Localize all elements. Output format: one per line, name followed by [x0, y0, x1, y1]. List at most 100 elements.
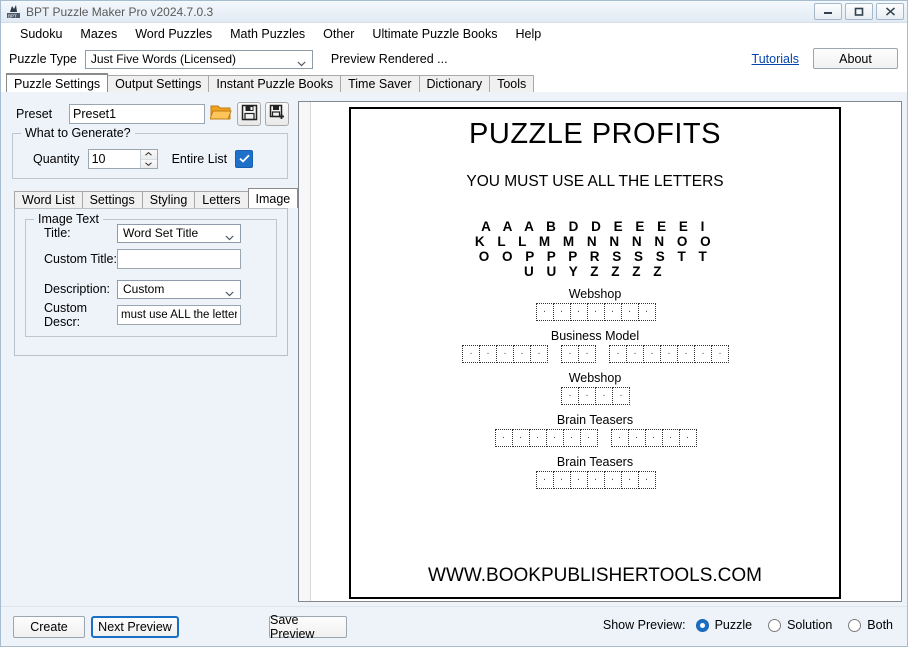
tab-image[interactable]: Image	[247, 188, 299, 208]
maximize-button[interactable]	[845, 3, 873, 20]
create-button[interactable]: Create	[13, 616, 85, 638]
quantity-stepper[interactable]	[87, 149, 158, 169]
answer-slot	[569, 303, 588, 321]
tab-dictionary[interactable]: Dictionary	[418, 75, 491, 92]
answer-label: Brain Teasers	[556, 413, 634, 427]
answer-block: Webshop	[462, 371, 728, 405]
preset-save-button[interactable]	[237, 102, 261, 126]
answer-slot	[513, 345, 531, 363]
tab-instant-puzzle-books[interactable]: Instant Puzzle Books	[208, 75, 342, 92]
answer-slot	[561, 387, 579, 405]
quantity-spin-buttons	[139, 150, 157, 168]
chevron-down-icon	[225, 230, 234, 241]
show-preview-group: Show Preview: Puzzle Solution Both	[603, 618, 893, 632]
tab-styling[interactable]: Styling	[141, 191, 196, 208]
answer-block: Brain Teasers	[462, 413, 728, 447]
window-controls	[811, 3, 907, 20]
answer-slot	[530, 345, 548, 363]
answer-word	[561, 345, 596, 363]
radio-both[interactable]: Both	[848, 618, 893, 632]
letter-row: U U Y Z Z Z Z	[523, 264, 666, 279]
answer-slot	[494, 429, 513, 447]
entire-list-label: Entire List	[171, 152, 228, 166]
answer-slot	[462, 345, 480, 363]
image-text-title: Image Text	[34, 212, 103, 226]
custom-title-input[interactable]	[117, 249, 241, 269]
tab-puzzle-settings[interactable]: Puzzle Settings	[6, 73, 109, 92]
bottom-bar: Create Next Preview Save Preview Show Pr…	[1, 606, 907, 646]
puzzle-subtitle: YOU MUST USE ALL THE LETTERS	[466, 173, 724, 190]
tab-tools[interactable]: Tools	[489, 75, 535, 92]
tab-letters[interactable]: Letters	[194, 191, 249, 208]
description-select[interactable]: Custom	[117, 279, 241, 299]
tab-settings[interactable]: Settings	[81, 191, 143, 208]
answer-slot	[603, 303, 622, 321]
radio-solution-label: Solution	[787, 618, 833, 632]
quantity-decrement-button[interactable]	[140, 159, 157, 168]
answer-slot	[694, 345, 712, 363]
next-preview-button[interactable]: Next Preview	[91, 616, 179, 638]
answer-slot	[678, 429, 697, 447]
custom-title-row: Custom Title:	[26, 246, 276, 272]
answer-slot	[661, 429, 680, 447]
radio-puzzle-indicator	[695, 618, 709, 632]
answer-word	[561, 387, 630, 405]
description-row: Description: Custom	[26, 276, 276, 302]
radio-both-label: Both	[867, 618, 893, 632]
image-tab-panel: Image Text Title: Word Set Title Custom …	[14, 208, 288, 356]
custom-descr-input[interactable]	[117, 305, 241, 325]
answer-slot	[552, 303, 571, 321]
menu-sudoku[interactable]: Sudoku	[11, 24, 71, 44]
preview-scrollbar[interactable]	[299, 102, 311, 601]
menu-help[interactable]: Help	[506, 24, 550, 44]
puzzle-sheet: PUZZLE PROFITS YOU MUST USE ALL THE LETT…	[349, 107, 841, 599]
answer-slot	[535, 303, 554, 321]
answer-word	[462, 345, 548, 363]
preset-label: Preset	[16, 107, 53, 121]
title-bar: BPT BPT Puzzle Maker Pro v2024.7.0.3	[1, 1, 907, 23]
menu-ultimate-puzzle-books[interactable]: Ultimate Puzzle Books	[363, 24, 506, 44]
answer-slot	[711, 345, 729, 363]
radio-solution-indicator	[768, 618, 782, 632]
svg-text:BPT: BPT	[8, 14, 17, 19]
quantity-row: Quantity Entire List	[21, 148, 279, 170]
folder-open-icon	[209, 103, 232, 125]
menu-bar: Sudoku Mazes Word Puzzles Math Puzzles O…	[1, 23, 907, 45]
application-window: BPT BPT Puzzle Maker Pro v2024.7.0.3 Sud…	[0, 0, 908, 647]
puzzle-type-select[interactable]: Just Five Words (Licensed)	[84, 49, 313, 69]
answer-slot	[660, 345, 678, 363]
answer-slot	[677, 345, 695, 363]
answer-word	[610, 429, 697, 447]
quantity-increment-button[interactable]	[140, 150, 157, 160]
tutorials-link[interactable]: Tutorials	[752, 52, 799, 66]
menu-word-puzzles[interactable]: Word Puzzles	[126, 24, 221, 44]
tab-time-saver[interactable]: Time Saver	[340, 75, 420, 92]
quantity-input[interactable]	[88, 150, 140, 168]
title-select[interactable]: Word Set Title	[117, 223, 241, 243]
close-button[interactable]	[876, 3, 904, 20]
preset-save-as-button[interactable]	[265, 102, 289, 126]
answer-slot	[578, 345, 596, 363]
answer-label: Webshop	[568, 371, 622, 385]
radio-solution[interactable]: Solution	[768, 618, 832, 632]
save-preview-button[interactable]: Save Preview	[269, 613, 347, 641]
radio-puzzle-label: Puzzle	[714, 618, 753, 632]
answer-block: Business Model	[462, 329, 729, 363]
menu-mazes[interactable]: Mazes	[71, 24, 126, 44]
menu-math-puzzles[interactable]: Math Puzzles	[221, 24, 314, 44]
preset-open-button[interactable]	[209, 102, 233, 126]
preset-input[interactable]	[69, 104, 205, 124]
entire-list-checkbox[interactable]	[235, 150, 254, 168]
puzzle-type-value: Just Five Words (Licensed)	[90, 52, 237, 66]
about-button[interactable]: About	[813, 48, 898, 69]
chevron-down-icon	[225, 286, 234, 297]
image-text-group: Image Text Title: Word Set Title Custom …	[25, 212, 277, 337]
letter-row: A A A B D D E E E E I	[481, 219, 709, 234]
tab-output-settings[interactable]: Output Settings	[107, 75, 210, 92]
tab-word-list[interactable]: Word List	[14, 191, 83, 208]
answer-blocks: Webshop Business Model Webshop Brain Teaser…	[462, 279, 729, 489]
minimize-button[interactable]	[814, 3, 842, 20]
answer-slot	[511, 429, 530, 447]
menu-other[interactable]: Other	[314, 24, 363, 44]
radio-puzzle[interactable]: Puzzle	[695, 618, 753, 632]
